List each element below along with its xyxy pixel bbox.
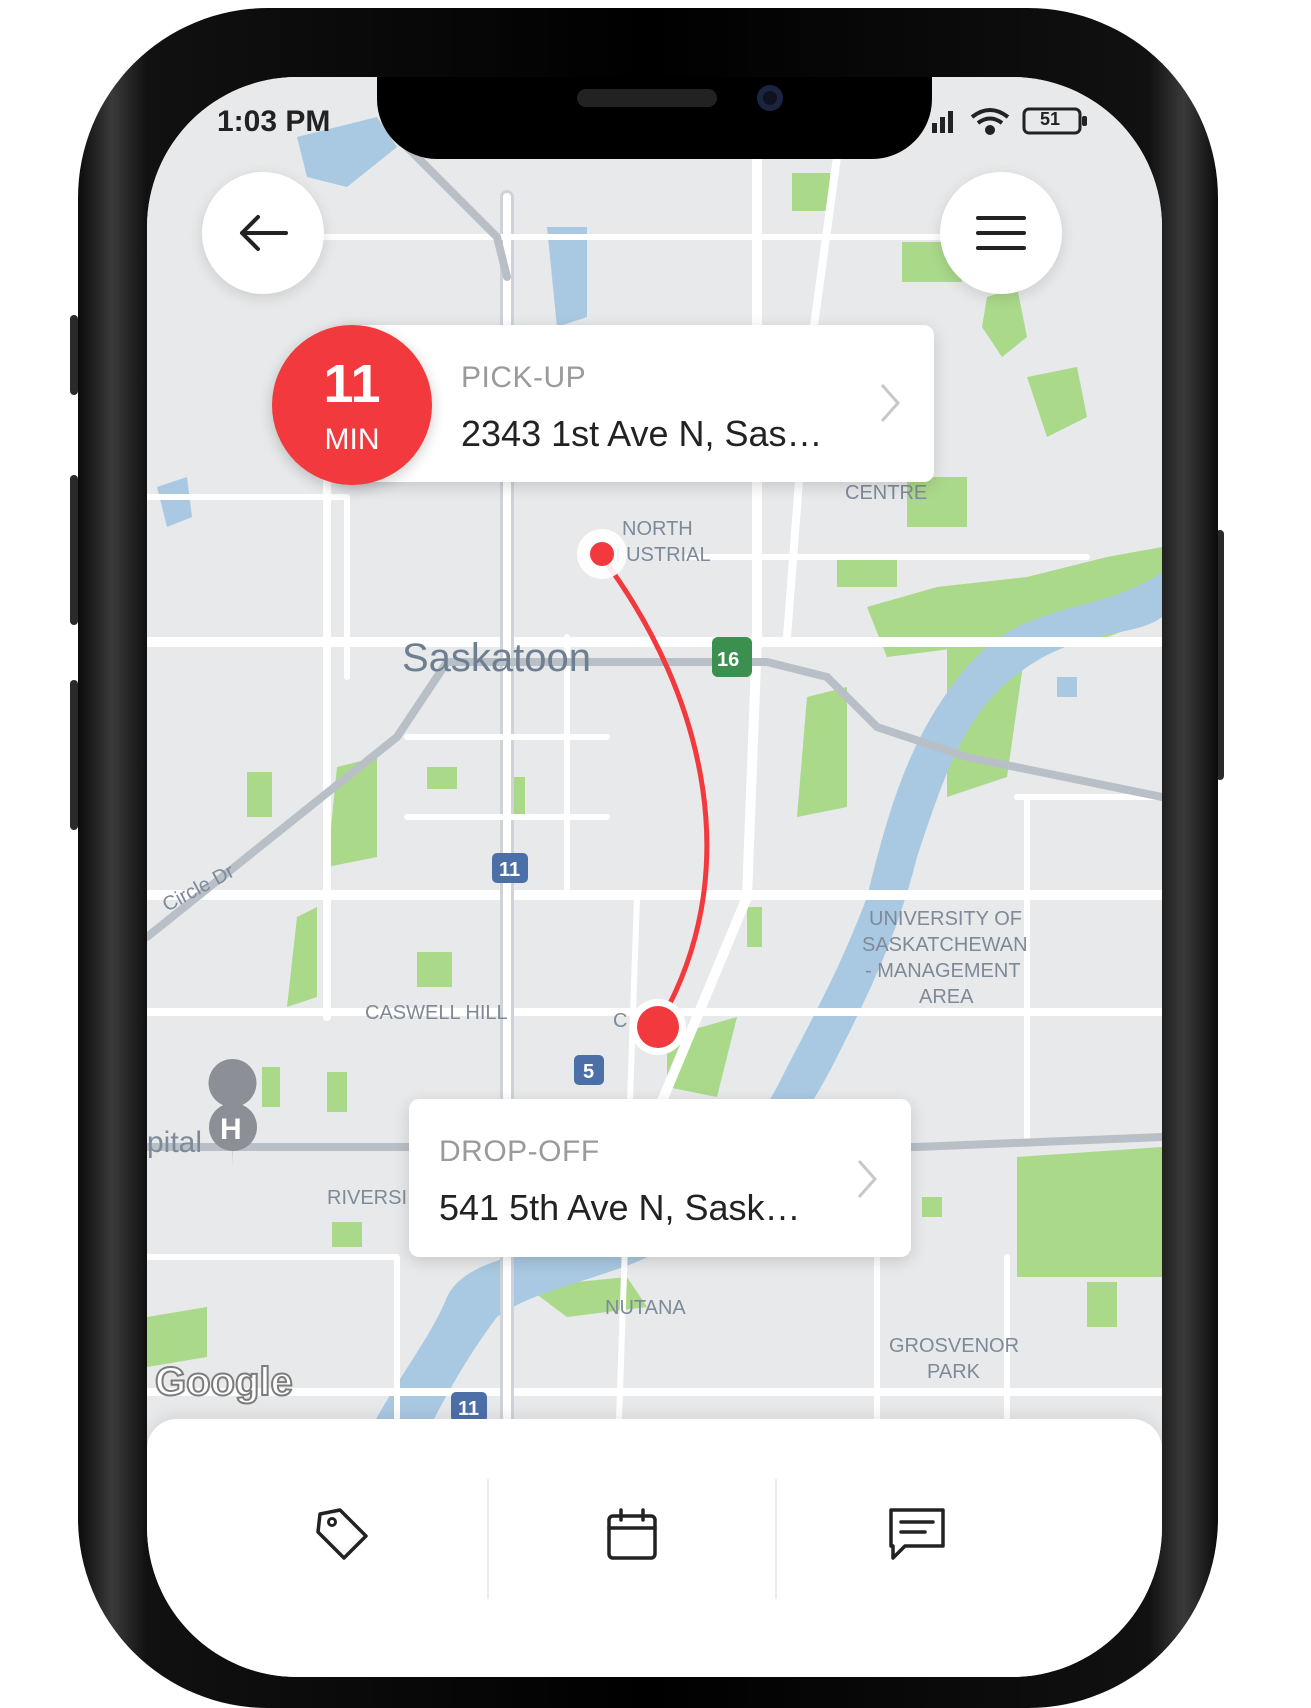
area-label-grosvenor-1: GROSVENOR — [889, 1335, 1019, 1357]
signal-icon — [932, 111, 953, 133]
area-label-grosvenor-2: PARK — [927, 1361, 981, 1383]
volume-down-button — [70, 680, 78, 830]
svg-text:H: H — [220, 1113, 242, 1146]
eta-minutes: 11 — [323, 354, 381, 414]
tag-icon — [316, 1508, 368, 1560]
speaker — [577, 89, 717, 107]
hamburger-menu-icon — [976, 216, 1026, 250]
chevron-right-icon — [857, 1160, 878, 1198]
battery-level: 51 — [1040, 109, 1061, 129]
google-attribution: Google — [155, 1360, 293, 1404]
area-label-north-industrial-1: NORTH — [622, 518, 693, 540]
menu-button[interactable] — [940, 172, 1062, 294]
silent-switch — [70, 315, 78, 395]
dropoff-card[interactable]: DROP-OFF 541 5th Ave N, Sask… — [409, 1099, 911, 1257]
area-label-caswell-hill: CASWELL HILL — [365, 1002, 508, 1024]
chevron-right-icon — [880, 384, 901, 422]
hwy-5-shield: 5 — [574, 1055, 604, 1085]
status-icons: 51 — [932, 103, 1102, 137]
poi-label-hospital: pital — [147, 1126, 202, 1159]
divider — [487, 1479, 489, 1599]
calendar-icon — [607, 1508, 657, 1560]
area-label-university-2: SASKATCHEWAN — [862, 934, 1028, 956]
area-label-nutana: NUTANA — [605, 1297, 686, 1319]
svg-text:5: 5 — [583, 1061, 594, 1083]
eta-unit: MIN — [324, 423, 380, 456]
pickup-label: PICK-UP — [461, 361, 587, 394]
dropoff-marker[interactable] — [630, 999, 686, 1055]
back-button[interactable] — [202, 172, 324, 294]
hwy-16-shield: 16 — [712, 637, 752, 677]
promo-tab[interactable] — [302, 1499, 382, 1569]
dropoff-address: 541 5th Ave N, Sask… — [439, 1187, 801, 1228]
eta-badge: 11 MIN — [272, 325, 432, 485]
area-label-north-industrial-2: I USTRIAL — [615, 544, 711, 566]
bottom-action-bar — [147, 1419, 1162, 1677]
city-label: Saskatoon — [402, 636, 591, 680]
svg-text:11: 11 — [458, 1398, 479, 1420]
volume-up-button — [70, 475, 78, 625]
divider — [775, 1479, 777, 1599]
area-label-university-4: AREA — [919, 986, 974, 1008]
area-label-university-3: - MANAGEMENT — [865, 960, 1021, 982]
arrow-left-icon — [240, 215, 288, 251]
app-screen: CENTRE NORTH I USTRIAL Saskatoon CASWELL… — [147, 77, 1162, 1677]
status-time: 1:03 PM — [217, 105, 331, 138]
area-label-riversdale: RIVERSI — [327, 1187, 407, 1209]
camera — [757, 85, 783, 111]
svg-text:11: 11 — [499, 859, 520, 881]
pickup-address: 2343 1st Ave N, Sas… — [461, 413, 823, 454]
notes-tab[interactable] — [877, 1499, 957, 1569]
area-label-centre: CENTRE — [845, 482, 927, 504]
schedule-tab[interactable] — [592, 1499, 672, 1569]
area-label-university-1: UNIVERSITY OF — [869, 908, 1022, 930]
hwy-11-shield-south: 11 — [451, 1392, 487, 1422]
chat-icon — [889, 1508, 945, 1560]
dropoff-label: DROP-OFF — [439, 1135, 600, 1168]
pickup-marker[interactable] — [577, 529, 627, 579]
wifi-icon — [970, 108, 1010, 135]
hwy-11-shield: 11 — [492, 853, 528, 883]
svg-text:16: 16 — [717, 649, 739, 671]
notch — [377, 77, 932, 159]
